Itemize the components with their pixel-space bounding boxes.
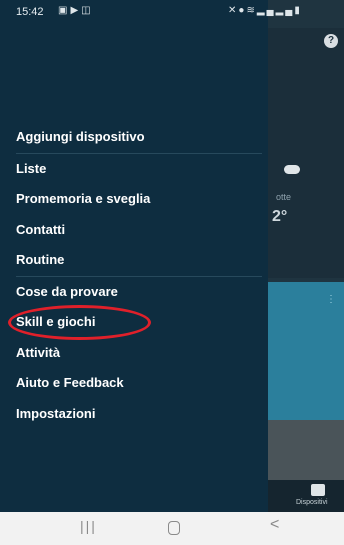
menu-item-aiuto-e-feedback[interactable]: Aiuto e Feedback <box>0 368 268 399</box>
battery-icon: ▮ <box>294 5 302 16</box>
devices-icon[interactable] <box>311 484 325 496</box>
notification-icons: ▣▶◫ <box>58 5 94 16</box>
signal-icon: ▂▄ <box>275 5 295 16</box>
weather-label: otte <box>276 192 292 202</box>
menu-item-contatti[interactable]: Contatti <box>0 215 268 246</box>
more-options-icon[interactable]: ⋮ <box>326 295 336 305</box>
play-icon: ▶ <box>70 5 82 16</box>
menu-item-routine[interactable]: Routine <box>0 245 268 276</box>
background-app: ? otte 2° ⋮ Dispositivi <box>268 0 344 512</box>
background-header <box>268 28 344 278</box>
cloud-icon <box>284 165 300 174</box>
devices-label[interactable]: Dispositivi <box>296 499 328 506</box>
navigation-drawer: Aggiungi dispositivo Liste Promemoria e … <box>0 0 268 512</box>
background-card-secondary[interactable] <box>268 420 344 480</box>
menu-item-skill-e-giochi[interactable]: Skill e giochi <box>0 307 268 338</box>
menu-item-promemoria-e-sveglia[interactable]: Promemoria e sveglia <box>0 184 268 215</box>
menu-item-aggiungi-dispositivo[interactable]: Aggiungi dispositivo <box>0 122 268 153</box>
status-bar: 15:42 ▣▶◫ ✕●≋▂▄▂▄▮ <box>0 0 344 28</box>
cast-icon: ◫ <box>81 5 94 16</box>
signal-icon: ▂▄ <box>256 5 276 16</box>
help-icon[interactable]: ? <box>324 34 338 48</box>
menu-item-attivita[interactable]: Attività <box>0 338 268 369</box>
background-card[interactable]: ⋮ <box>268 282 344 420</box>
back-button[interactable]: < <box>270 516 279 534</box>
home-button[interactable] <box>168 521 180 535</box>
menu-item-impostazioni[interactable]: Impostazioni <box>0 399 268 430</box>
gallery-icon: ▣ <box>58 5 71 16</box>
status-time: 15:42 <box>16 6 44 18</box>
recents-button[interactable]: ||| <box>80 518 97 534</box>
system-icons: ✕●≋▂▄▂▄▮ <box>228 5 302 16</box>
menu-item-liste[interactable]: Liste <box>0 154 268 185</box>
temperature-value: 2° <box>272 208 288 225</box>
mute-icon: ✕ <box>228 5 239 16</box>
menu-item-cose-da-provare[interactable]: Cose da provare <box>0 277 268 308</box>
drawer-menu: Aggiungi dispositivo Liste Promemoria e … <box>0 122 268 429</box>
android-nav-bar: ||| < <box>0 512 344 545</box>
wifi-icon: ≋ <box>246 5 257 16</box>
background-bottom-nav: Dispositivi <box>268 480 344 512</box>
